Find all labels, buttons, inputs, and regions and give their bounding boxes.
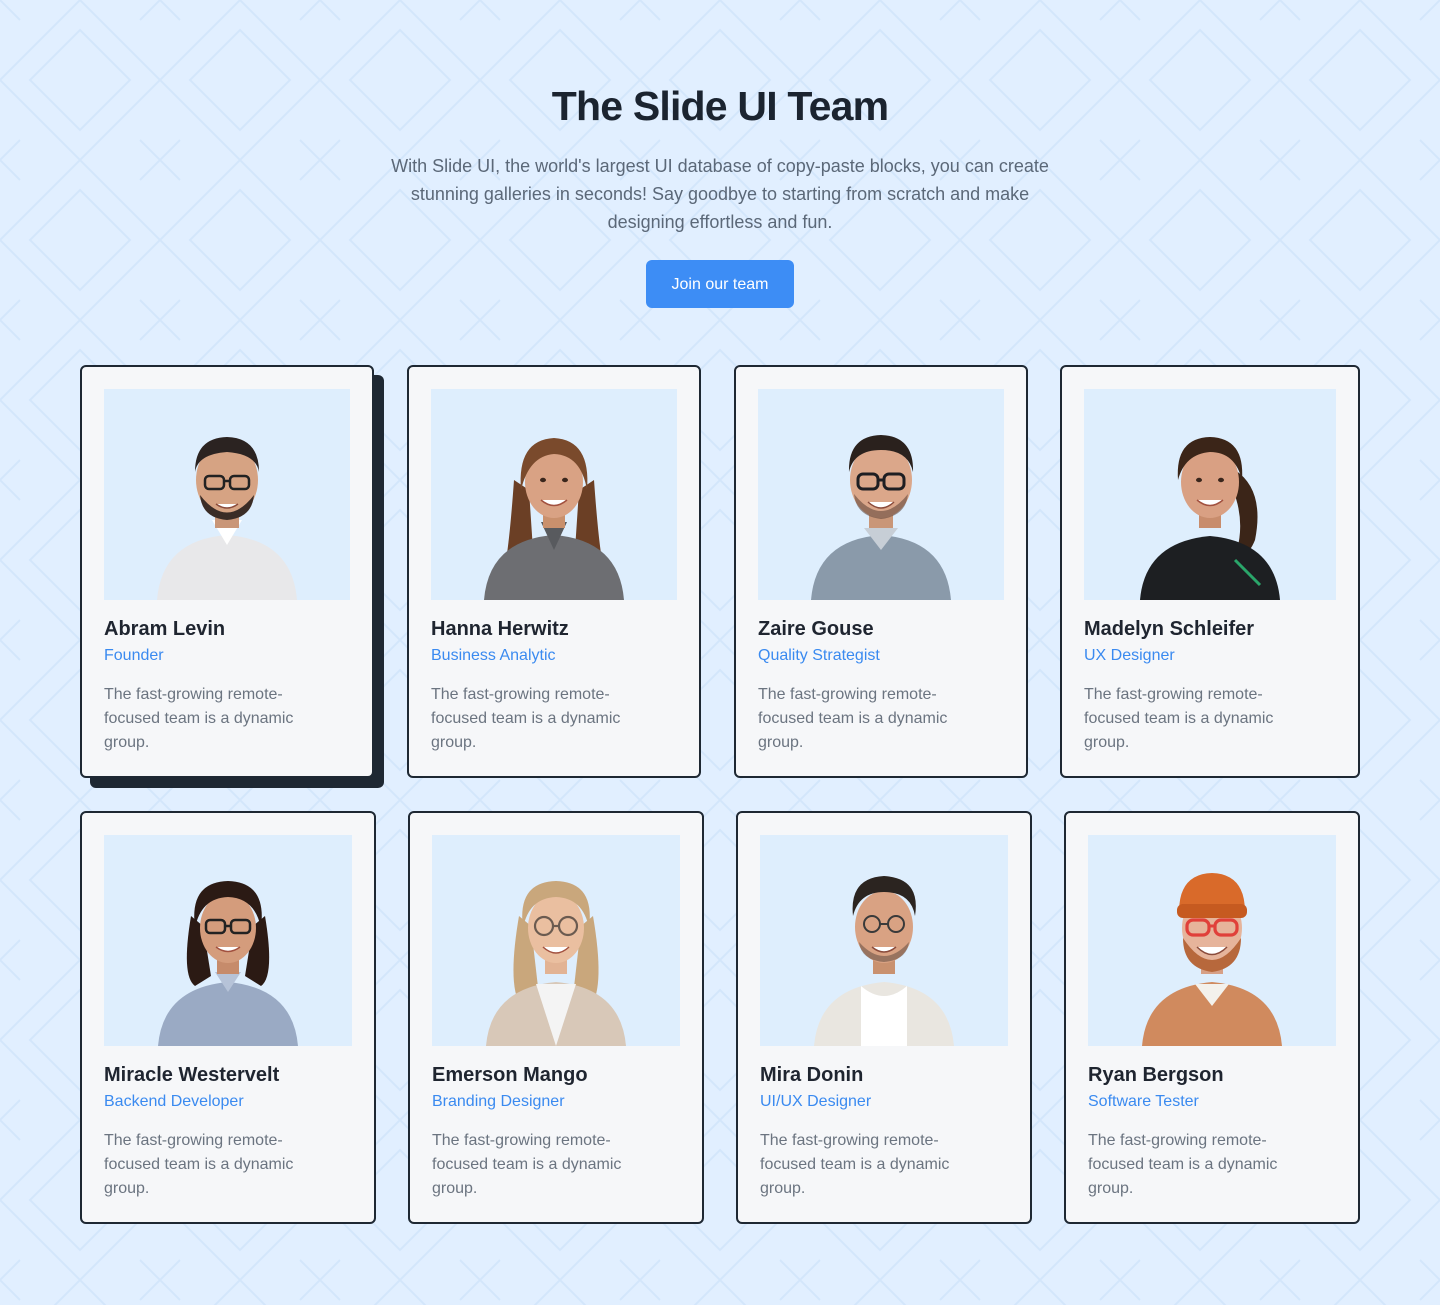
member-role: Business Analytic [431,647,556,664]
member-role: Software Tester [1088,1093,1199,1110]
member-name: Madelyn Schleifer [1084,618,1255,640]
member-role: UX Designer [1084,647,1175,664]
man-with-glasses-portrait-icon [157,437,297,600]
man-with-glasses-portrait-icon [811,435,951,600]
member-bio: The fast-growing remote-focused team is … [432,1132,622,1197]
member-bio: The fast-growing remote-focused team is … [1084,686,1274,751]
team-card[interactable]: Mira Donin UI/UX Designer The fast-growi… [736,811,1032,1224]
team-card[interactable]: Miracle Westervelt Backend Developer The… [80,811,376,1224]
page-title: The Slide UI Team [551,83,889,129]
hero-section: The Slide UI Team With Slide UI, the wor… [0,0,1440,308]
member-photo [431,389,677,600]
team-card[interactable]: Zaire Gouse Quality Strategist The fast-… [734,365,1028,778]
member-bio: The fast-growing remote-focused team is … [104,686,294,751]
woman-with-glasses-portrait-icon [158,881,298,1046]
member-bio: The fast-growing remote-focused team is … [104,1132,294,1197]
team-card[interactable]: Hanna Herwitz Business Analytic The fast… [407,365,701,778]
member-name: Hanna Herwitz [431,618,569,640]
team-card[interactable]: Ryan Bergson Software Tester The fast-gr… [1064,811,1360,1224]
join-team-button[interactable]: Join our team [646,260,794,308]
member-bio: The fast-growing remote-focused team is … [1088,1132,1278,1197]
man-with-glasses-portrait-icon [814,876,954,1046]
member-bio: The fast-growing remote-focused team is … [760,1132,950,1197]
member-photo [1084,389,1336,600]
member-photo [104,835,352,1046]
team-card[interactable]: Madelyn Schleifer UX Designer The fast-g… [1060,365,1360,778]
member-name: Ryan Bergson [1088,1064,1224,1086]
member-role: Quality Strategist [758,647,880,664]
member-photo [1088,835,1336,1046]
member-role: Founder [104,647,164,664]
member-photo [104,389,350,600]
member-bio: The fast-growing remote-focused team is … [758,686,948,751]
man-with-beanie-and-glasses-portrait-icon [1142,873,1282,1046]
team-card[interactable]: Abram Levin Founder The fast-growing rem… [80,365,374,778]
member-role: Branding Designer [432,1093,565,1110]
woman-portrait-icon [484,438,624,600]
page-description: With Slide UI, the world's largest UI da… [391,156,1049,232]
member-name: Zaire Gouse [758,618,874,640]
member-photo [432,835,680,1046]
member-name: Emerson Mango [432,1064,588,1086]
member-name: Abram Levin [104,618,226,640]
member-bio: The fast-growing remote-focused team is … [431,686,621,751]
member-photo [758,389,1004,600]
team-card[interactable]: Emerson Mango Branding Designer The fast… [408,811,704,1224]
woman-with-glasses-portrait-icon [486,881,626,1046]
member-name: Mira Donin [760,1064,864,1086]
woman-portrait-icon [1140,437,1280,600]
member-role: Backend Developer [104,1093,244,1110]
member-photo [760,835,1008,1046]
member-role: UI/UX Designer [760,1093,872,1110]
member-name: Miracle Westervelt [104,1064,280,1086]
